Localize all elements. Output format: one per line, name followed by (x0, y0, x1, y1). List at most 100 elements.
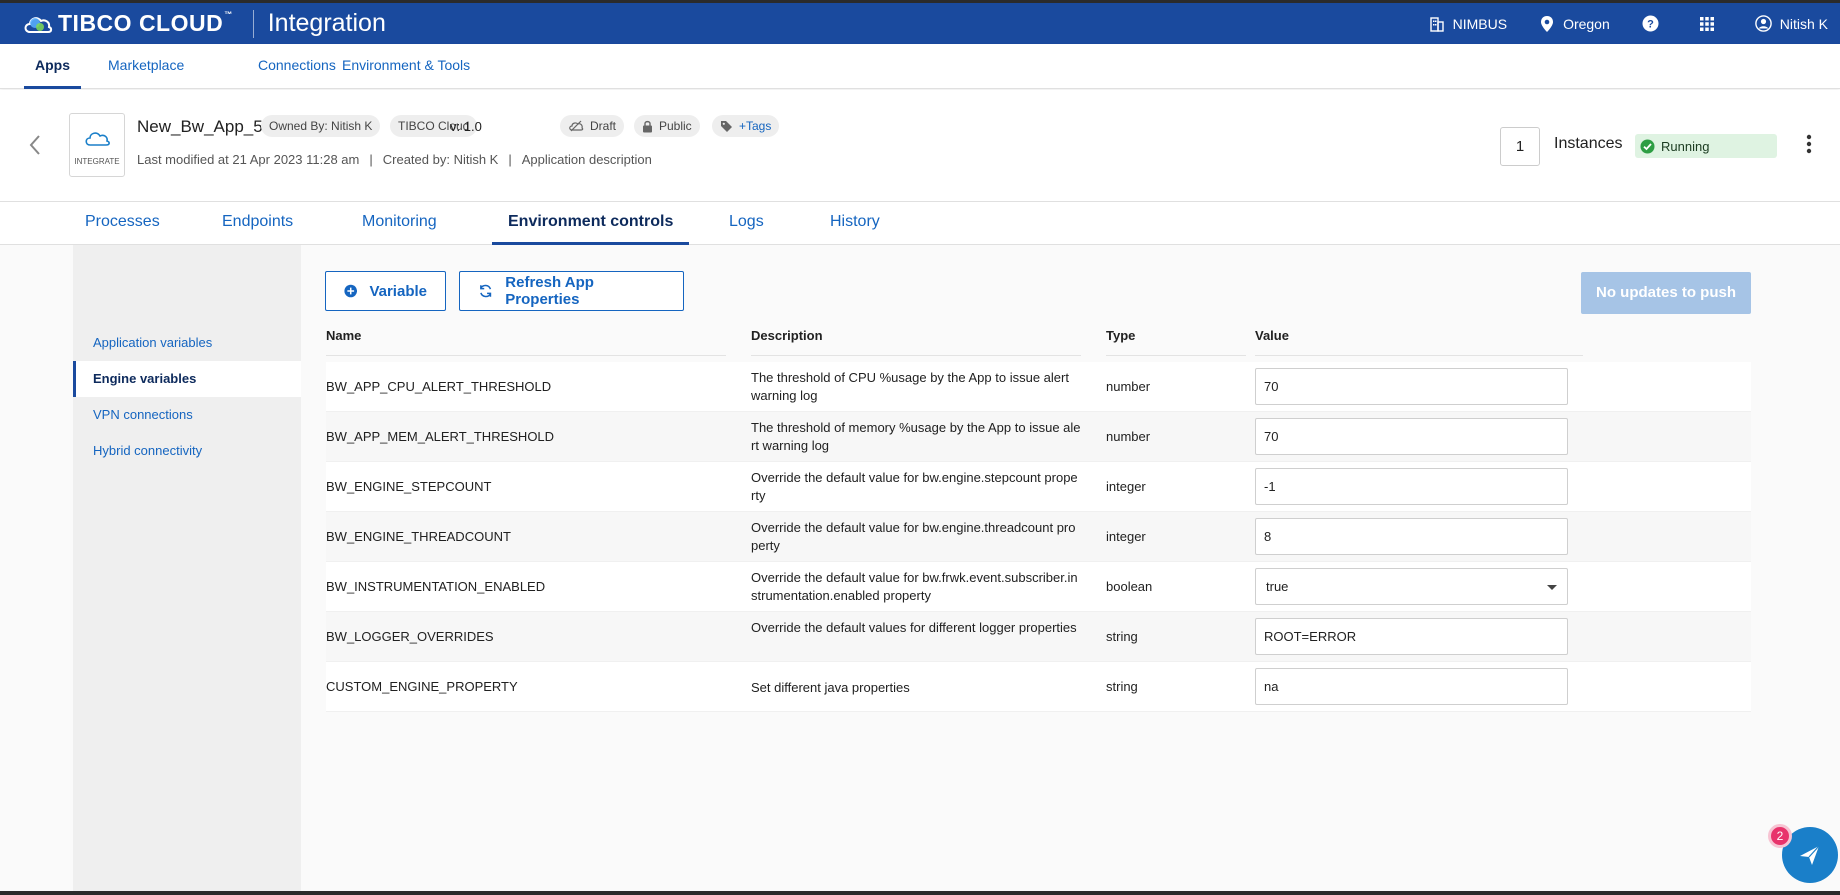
tab-environment-controls[interactable]: Environment controls (491, 202, 690, 245)
variable-name: BW_ENGINE_THREADCOUNT (326, 529, 511, 544)
owner-label: Owned By: Nitish K (269, 119, 373, 133)
app-header: INTEGRATE New_Bw_App_5 Owned By: Nitish … (0, 90, 1840, 202)
tab-endpoints[interactable]: Endpoints (222, 202, 293, 245)
refresh-app-properties-button[interactable]: Refresh App Properties (459, 271, 684, 311)
user-menu[interactable]: Nitish K (1754, 15, 1828, 32)
app-version: v: 1.0 (450, 119, 482, 134)
plus-circle-icon (344, 284, 358, 298)
column-header-description: Description (751, 326, 1081, 356)
lock-icon (643, 120, 652, 132)
variable-value-select[interactable]: true (1255, 568, 1568, 605)
variable-name: BW_ENGINE_STEPCOUNT (326, 479, 492, 494)
variable-description: Set different java properties (751, 680, 910, 695)
region-name: Oregon (1563, 15, 1610, 32)
nav-apps[interactable]: Apps (24, 44, 81, 89)
more-options-icon[interactable] (1806, 134, 1812, 154)
sidebar-item-vpn-connections[interactable]: VPN connections (73, 397, 301, 433)
variable-type: integer (1106, 479, 1146, 494)
table-row: BW_INSTRUMENTATION_ENABLED Override the … (326, 562, 1751, 612)
sidebar-item-engine-variables[interactable]: Engine variables (73, 361, 301, 397)
app-description[interactable]: Application description (522, 152, 652, 167)
variable-value-input[interactable]: ROOT=ERROR (1255, 618, 1568, 655)
org-name: NIMBUS (1452, 15, 1508, 32)
status-badge: Running (1635, 134, 1777, 158)
brand-text: TIBCO CLOUD™ (58, 10, 233, 36)
instances-count-input[interactable]: 1 (1500, 127, 1540, 166)
location-pin-icon (1541, 15, 1554, 32)
push-updates-button[interactable]: No updates to push (1581, 272, 1751, 314)
owner-chip: Owned By: Nitish K (261, 115, 381, 137)
app-name: New_Bw_App_5 (137, 117, 263, 136)
brand[interactable]: TIBCO CLOUD™ Integration (0, 3, 386, 44)
product-name: Integration (267, 9, 386, 37)
brand-divider (252, 9, 254, 38)
env-sidebar: Application variables Engine variables V… (73, 245, 301, 891)
visibility-chip: Public (634, 115, 700, 137)
header-actions: NIMBUS Oregon ? Nitish K (1397, 3, 1840, 44)
dropdown-caret-icon (1547, 585, 1557, 590)
selected-value: true (1266, 579, 1289, 594)
table-row: BW_APP_MEM_ALERT_THRESHOLD The threshold… (326, 412, 1751, 462)
variable-name: BW_APP_MEM_ALERT_THRESHOLD (326, 429, 555, 444)
tab-processes[interactable]: Processes (85, 202, 160, 245)
app-launcher-button[interactable] (1699, 16, 1723, 32)
table-row: BW_ENGINE_STEPCOUNT Override the default… (326, 462, 1751, 512)
variable-description: Override the default value for bw.engine… (751, 470, 1078, 503)
instances-label: Instances (1554, 135, 1623, 152)
grid-apps-icon (1699, 16, 1714, 31)
variable-name: BW_APP_CPU_ALERT_THRESHOLD (326, 379, 552, 394)
org-switcher[interactable]: NIMBUS (1429, 16, 1507, 32)
variable-value-input[interactable]: 70 (1255, 368, 1568, 405)
app-tile-label: INTEGRATE (74, 157, 120, 166)
region-switcher[interactable]: Oregon (1539, 15, 1610, 33)
app-tabs: Processes Endpoints Monitoring Environme… (0, 202, 1840, 245)
environment-controls-panel: Application variables Engine variables V… (0, 245, 1840, 891)
column-header-type: Type (1106, 326, 1246, 356)
tag-icon (721, 120, 732, 132)
variable-description: Override the default values for differen… (751, 620, 1077, 635)
variable-type: number (1106, 429, 1151, 444)
meta-separator: | (369, 152, 373, 167)
column-header-value: Value (1255, 326, 1583, 356)
svg-text:?: ? (1647, 19, 1654, 31)
cloud-icon (85, 132, 110, 146)
help-circle-icon: ? (1642, 15, 1659, 32)
tab-monitoring[interactable]: Monitoring (362, 202, 437, 245)
tab-history[interactable]: History (830, 202, 880, 245)
status-label: Running (1661, 138, 1710, 154)
refresh-icon (480, 284, 492, 298)
variable-name: BW_LOGGER_OVERRIDES (326, 629, 494, 644)
tab-logs[interactable]: Logs (729, 202, 764, 245)
nav-marketplace[interactable]: Marketplace (108, 44, 184, 89)
created-by: Created by: Nitish K (382, 152, 499, 167)
bottom-edge (0, 891, 1840, 895)
help-button[interactable]: ? (1642, 15, 1667, 32)
variable-value-input[interactable]: na (1255, 668, 1568, 705)
tibco-cloud-logo-icon (24, 16, 53, 33)
sidebar-item-hybrid-connectivity[interactable]: Hybrid connectivity (73, 433, 301, 469)
variable-value-input[interactable]: 8 (1255, 518, 1568, 555)
sidebar-item-application-variables[interactable]: Application variables (73, 325, 301, 361)
notification-badge: 2 (1768, 824, 1792, 848)
table-row: BW_ENGINE_THREADCOUNT Override the defau… (326, 512, 1751, 562)
back-chevron-icon[interactable] (28, 134, 42, 156)
variable-value-input[interactable]: -1 (1255, 468, 1568, 505)
draft-label: Draft (590, 119, 617, 133)
variable-value-input[interactable]: 70 (1255, 418, 1568, 455)
variable-type: string (1106, 679, 1138, 694)
add-variable-button[interactable]: Variable (325, 271, 446, 311)
last-modified: Last modified at 21 Apr 2023 11:28 am (137, 152, 360, 167)
tags-label: +Tags (739, 119, 772, 133)
table-row: CUSTOM_ENGINE_PROPERTY Set different jav… (326, 662, 1751, 712)
tags-chip[interactable]: +Tags (712, 115, 780, 137)
meta-separator: | (508, 152, 512, 167)
variable-type: string (1106, 629, 1138, 644)
nav-connections[interactable]: Connections (258, 44, 336, 89)
variable-name: CUSTOM_ENGINE_PROPERTY (326, 679, 518, 694)
variable-type: number (1106, 379, 1151, 394)
app-type-tile: INTEGRATE (69, 113, 125, 177)
draft-chip: Draft (560, 115, 625, 137)
variable-description: The threshold of CPU %usage by the App t… (751, 370, 1069, 403)
variable-description: Override the default value for bw.engine… (751, 520, 1076, 553)
nav-environment-tools[interactable]: Environment & Tools (342, 44, 470, 89)
